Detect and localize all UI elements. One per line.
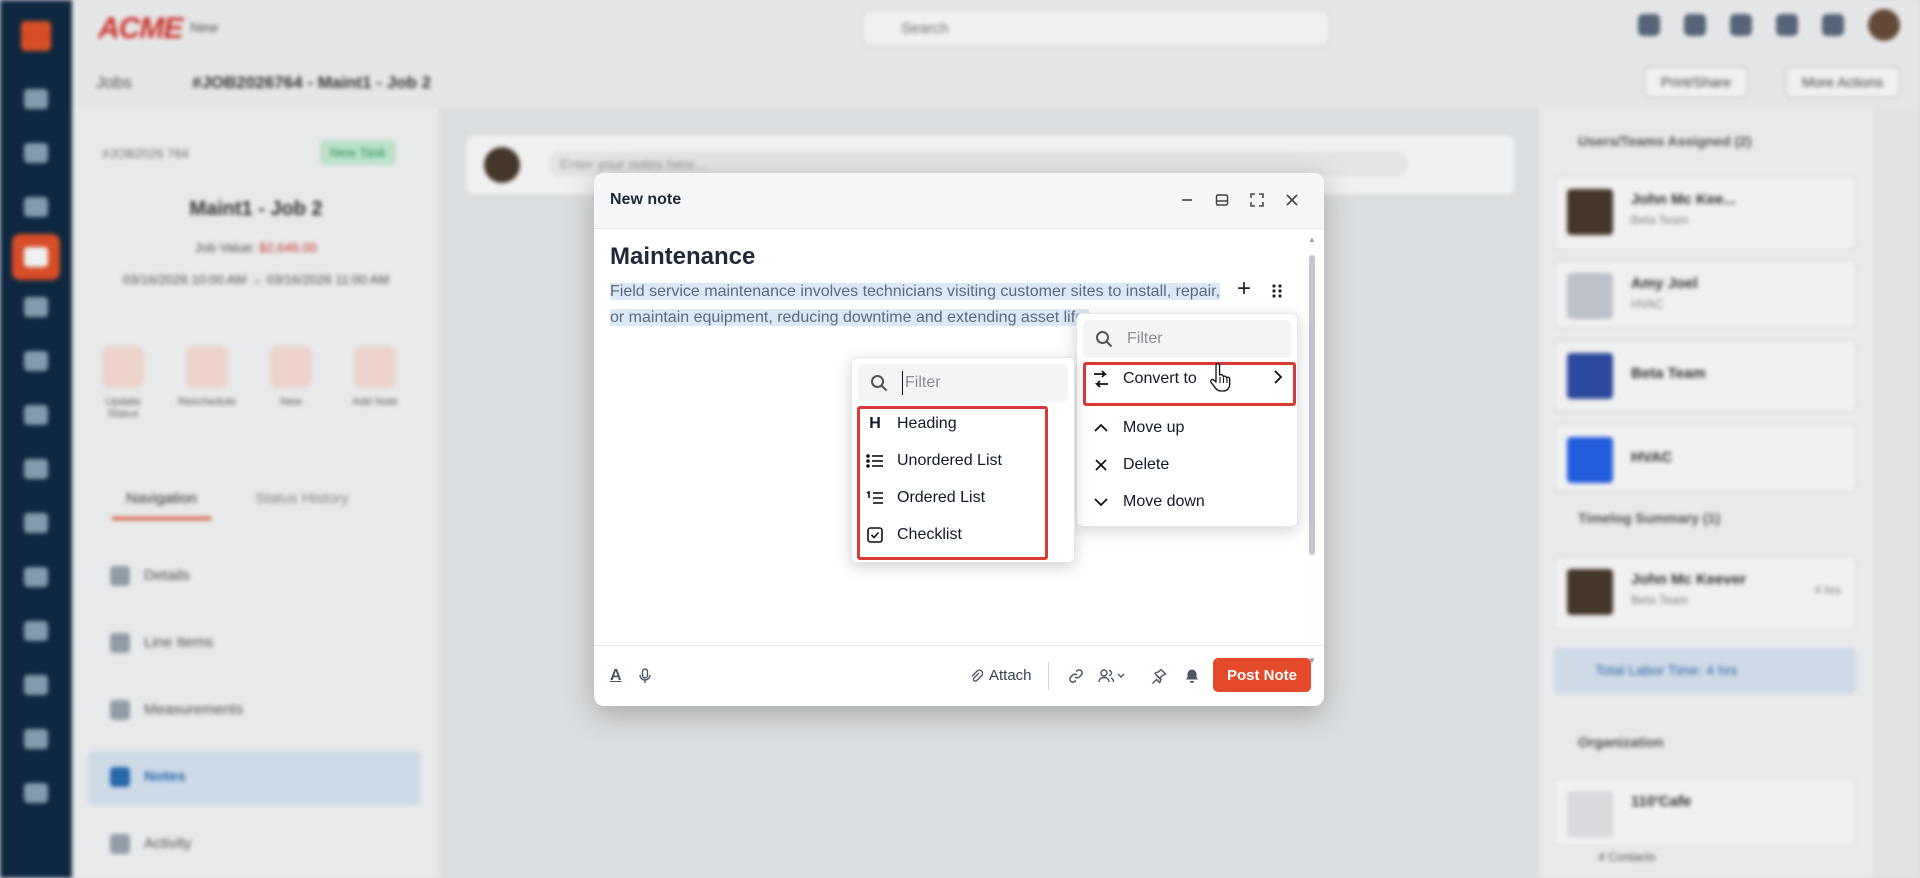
move-up-item[interactable]: Move up bbox=[1091, 415, 1184, 441]
add-block-icon[interactable]: + bbox=[1237, 277, 1251, 301]
close-icon[interactable] bbox=[1281, 189, 1303, 211]
paperclip-icon bbox=[971, 668, 983, 682]
attach-label: Attach bbox=[989, 667, 1032, 684]
chevron-down-icon bbox=[1091, 492, 1111, 512]
microphone-icon[interactable] bbox=[638, 666, 652, 686]
move-down-item[interactable]: Move down bbox=[1091, 489, 1205, 515]
delete-item[interactable]: Delete bbox=[1091, 452, 1169, 478]
editor-scrollbar[interactable]: ▲ ▼ bbox=[1308, 235, 1316, 665]
block-actions-menu: Convert to Move up Delete Move down bbox=[1076, 313, 1298, 527]
footer-divider bbox=[1048, 662, 1049, 690]
block-filter-input[interactable] bbox=[1127, 327, 1277, 351]
attach-button[interactable]: Attach bbox=[969, 667, 1032, 684]
link-icon[interactable] bbox=[1068, 666, 1084, 686]
dock-icon[interactable] bbox=[1211, 189, 1233, 211]
search-icon bbox=[871, 375, 888, 392]
mention-users-icon[interactable] bbox=[1098, 666, 1126, 686]
block-filter[interactable] bbox=[1083, 320, 1291, 358]
convert-filter[interactable] bbox=[858, 364, 1068, 402]
post-note-button[interactable]: Post Note bbox=[1213, 658, 1311, 692]
text-format-icon[interactable]: A bbox=[610, 666, 622, 686]
scroll-up-icon[interactable]: ▲ bbox=[1308, 235, 1316, 244]
note-heading[interactable]: Maintenance bbox=[610, 243, 755, 271]
bell-icon[interactable] bbox=[1184, 666, 1200, 686]
chevron-up-icon bbox=[1091, 418, 1111, 438]
scroll-thumb[interactable] bbox=[1309, 255, 1315, 555]
modal-header: New note bbox=[594, 173, 1324, 229]
drag-handle-icon[interactable] bbox=[1271, 283, 1283, 299]
convert-filter-input[interactable] bbox=[902, 371, 1055, 395]
minimize-icon[interactable] bbox=[1176, 189, 1198, 211]
convert-to-highlight bbox=[1083, 362, 1296, 406]
convert-options-highlight bbox=[857, 406, 1048, 560]
search-icon bbox=[1096, 331, 1113, 348]
fullscreen-icon[interactable] bbox=[1246, 189, 1268, 211]
hand-cursor-icon bbox=[1210, 363, 1231, 392]
x-icon bbox=[1091, 455, 1111, 475]
modal-footer: A Attach Post Note bbox=[594, 645, 1324, 706]
modal-title: New note bbox=[610, 191, 682, 208]
pin-icon[interactable] bbox=[1151, 666, 1167, 686]
